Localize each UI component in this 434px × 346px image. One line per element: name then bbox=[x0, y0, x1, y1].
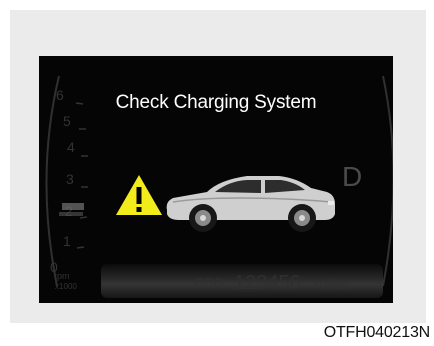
tach-tick-1: 1 bbox=[63, 233, 71, 249]
warning-triangle-icon bbox=[116, 175, 162, 215]
warning-message: Check Charging System bbox=[115, 92, 317, 113]
gear-indicator: D bbox=[342, 161, 363, 192]
odometer: ODO 123456 miles bbox=[39, 271, 393, 301]
odometer-label: ODO bbox=[194, 275, 224, 290]
tach-tick-3: 3 bbox=[66, 171, 74, 187]
instrument-cluster-display: 0 1 2 3 4 5 6 rpm x1000 Check Charging S… bbox=[39, 56, 393, 303]
image-caption: OTFH040213N bbox=[323, 324, 430, 341]
tach-tick-4: 4 bbox=[67, 139, 75, 155]
odometer-unit: miles bbox=[315, 276, 348, 292]
tach-tick-5: 5 bbox=[63, 113, 71, 129]
car-icon bbox=[166, 176, 335, 232]
odometer-value: 123456 bbox=[234, 272, 301, 294]
